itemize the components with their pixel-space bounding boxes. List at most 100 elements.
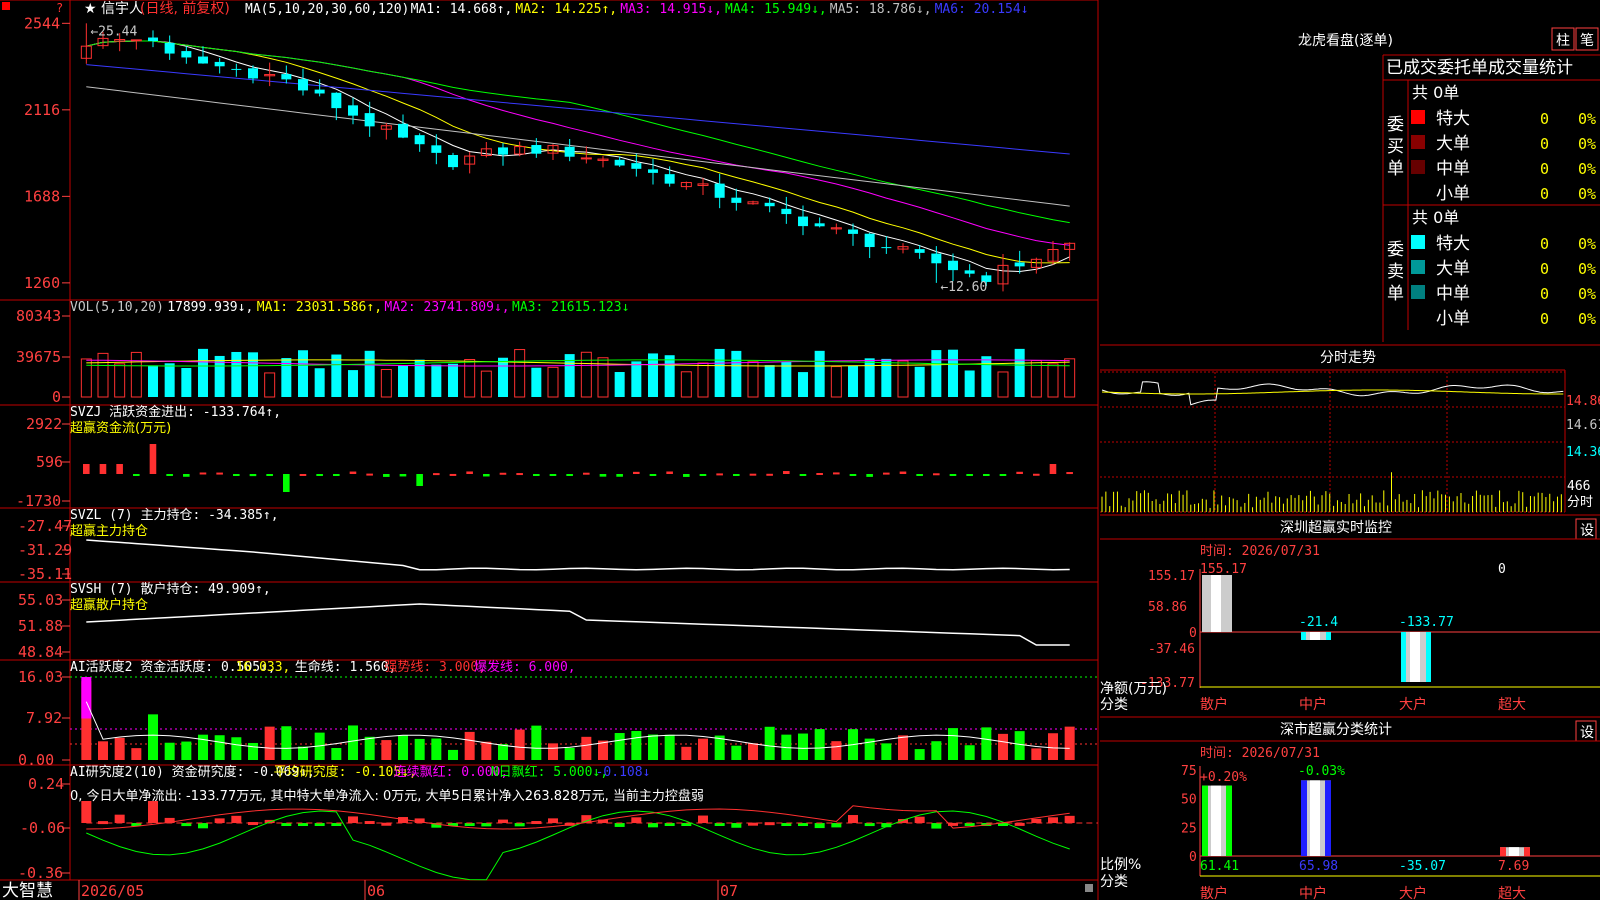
monitor-xlabel: 分类 xyxy=(1100,697,1128,713)
volume-bar xyxy=(830,366,842,398)
buy-color-swatch xyxy=(1411,160,1425,174)
date-label: 2026/05 xyxy=(81,882,144,900)
volume-bar xyxy=(764,365,775,397)
svzj-subtitle: 超赢资金流(万元) xyxy=(70,420,171,436)
buy-row-label: 中单 xyxy=(1436,159,1470,179)
monitor-title: 深圳超赢实时监控 xyxy=(1280,519,1392,536)
stock-chart-canvas[interactable]: ★ 信宇人(日线, 前复权) MA(5,10,20,30,60,120) MA1: … xyxy=(0,0,1600,900)
fund-flow-bar xyxy=(599,474,607,477)
fund-flow-bar xyxy=(299,473,307,476)
volume-bar xyxy=(798,372,808,397)
fund-flow-bar xyxy=(833,472,840,475)
fund-flow-bar xyxy=(633,471,640,474)
sell-side-label: 单 xyxy=(1387,284,1404,304)
sell-row-volume: 0 xyxy=(1540,310,1549,328)
activity-bar xyxy=(464,731,475,760)
volume-bar xyxy=(164,363,175,397)
research-bar xyxy=(1064,815,1075,823)
price-axis-label: 1688 xyxy=(24,187,60,205)
ma1-line xyxy=(86,40,1070,273)
sell-row-label: 中单 xyxy=(1436,284,1470,304)
fund-flow-bar xyxy=(799,474,807,476)
fund-flow-bar xyxy=(1049,464,1057,474)
svsh-axis-label: 55.03 xyxy=(18,591,63,609)
monitor-category-label: 超大 xyxy=(1498,697,1526,713)
monitor-bar-highlight xyxy=(1211,575,1221,632)
fund-flow-bar xyxy=(116,464,123,474)
date-label: 07 xyxy=(720,882,738,900)
research-bar xyxy=(914,816,925,823)
window-menu-icon[interactable] xyxy=(2,2,10,10)
volume-bar xyxy=(198,348,208,397)
activity-bar xyxy=(681,746,692,760)
volume-bar xyxy=(380,369,392,398)
activity-bar xyxy=(664,734,675,760)
lock-icon[interactable] xyxy=(1085,884,1093,892)
volume-bar xyxy=(1014,348,1025,397)
sell-row-label: 特大 xyxy=(1436,234,1470,254)
volume-bar xyxy=(464,359,476,398)
activity-bar xyxy=(798,733,808,760)
candle xyxy=(580,157,592,160)
fund-flow-bar xyxy=(416,474,423,486)
volume-bar xyxy=(814,350,825,397)
volume-bar xyxy=(547,366,559,398)
fund-flow-bar xyxy=(516,473,523,476)
sell-row-pct: 0% xyxy=(1578,310,1596,328)
monitor-bar-highlight xyxy=(1310,632,1320,640)
classify-category-label: 大户 xyxy=(1399,885,1427,900)
buy-row-volume: 0 xyxy=(1540,185,1549,203)
candle xyxy=(531,145,542,154)
volume-bar xyxy=(997,371,1009,398)
research-bar xyxy=(631,817,642,823)
activity-bar xyxy=(881,743,892,760)
activity-bar xyxy=(981,727,992,760)
classify-bar-edge xyxy=(1202,785,1208,856)
ma-legend-1: MA1: 14.668↑, xyxy=(411,2,513,17)
activity-bar xyxy=(381,740,392,760)
activity-bar xyxy=(364,736,375,760)
classify-top-label: -0.03% xyxy=(1298,764,1345,779)
tab-column-label: 柱 xyxy=(1556,33,1570,49)
volume-bar xyxy=(881,358,892,397)
candle xyxy=(781,208,792,215)
ma3-line xyxy=(86,40,1070,246)
volume-bar xyxy=(148,365,158,397)
sell-row-volume: 0 xyxy=(1540,285,1549,303)
monitor-axis-label: 155.17 xyxy=(1148,569,1195,584)
activity-bar xyxy=(814,729,825,760)
monitor-category-label: 中户 xyxy=(1299,696,1327,713)
ai-legend-3: 强势线: 3.000, xyxy=(384,659,486,675)
volume-bar xyxy=(314,368,325,397)
volume-bar xyxy=(897,360,909,398)
sell-color-swatch xyxy=(1411,285,1425,299)
svsh-legend-0: SVSH (7) 散户持仓: 49.909↑, xyxy=(70,581,271,597)
activity-bar xyxy=(164,742,175,760)
fund-flow-bar xyxy=(199,472,207,475)
candle xyxy=(931,253,942,264)
research-bar xyxy=(148,801,158,823)
fund-flow-bar xyxy=(549,474,557,476)
monitor-bar-edge xyxy=(1326,632,1331,640)
fund-flow-bar xyxy=(933,473,940,476)
research-bar xyxy=(614,823,625,827)
fund-flow-bar xyxy=(733,474,740,476)
intraday-avg-line xyxy=(1101,389,1564,395)
buy-side-label: 委 xyxy=(1387,115,1404,135)
activity-bar xyxy=(531,725,542,760)
volume-bar xyxy=(348,370,358,397)
volume-bar xyxy=(914,366,925,397)
candle xyxy=(130,39,142,42)
activity-bar xyxy=(1048,733,1058,760)
candle xyxy=(964,270,975,274)
classify-value-label: 7.69 xyxy=(1498,859,1529,874)
activity-bar xyxy=(581,736,592,760)
fund-flow-bar xyxy=(333,474,340,476)
candle xyxy=(414,135,425,145)
classify-value-label: 65.98 xyxy=(1299,859,1338,874)
buy-side-label: 买 xyxy=(1387,137,1404,157)
buy-row-label: 大单 xyxy=(1436,134,1470,154)
activity-bar xyxy=(248,742,258,760)
buy-color-swatch xyxy=(1411,135,1425,149)
activity-bar xyxy=(748,743,758,760)
